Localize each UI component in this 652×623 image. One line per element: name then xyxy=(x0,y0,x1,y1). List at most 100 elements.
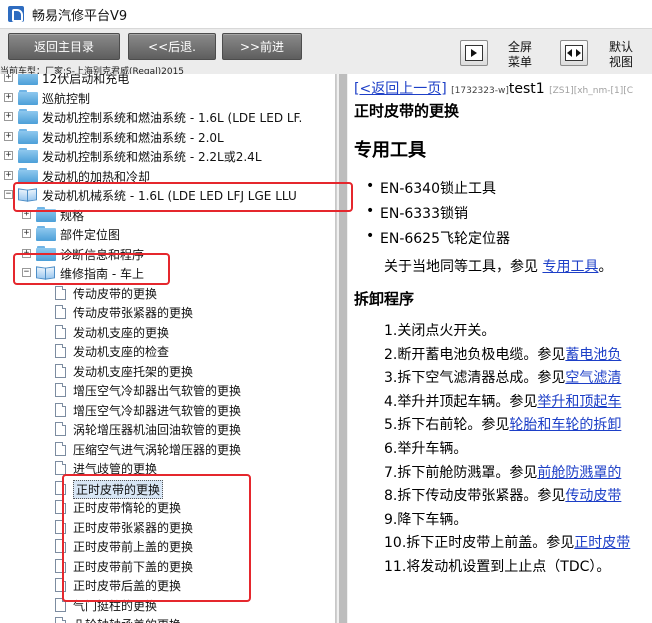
document-icon xyxy=(55,402,66,417)
procedure-step: 8.拆下传动皮带张紧器。参见传动皮带 xyxy=(384,485,621,505)
tree-item-label[interactable]: 发动机控制系统和燃油系统 - 1.6L (LDE LED LF. xyxy=(42,109,302,126)
tree-item-label[interactable]: 发动机控制系统和燃油系统 - 2.2L或2.4L xyxy=(42,148,262,165)
tree-item[interactable]: 涡轮增压器机油回油软管的更换 xyxy=(0,419,335,439)
document-icon xyxy=(55,539,66,553)
step-reference-link[interactable]: 蓄电池负 xyxy=(565,347,621,363)
step-reference-link[interactable]: 空气滤清 xyxy=(565,370,621,386)
expand-icon[interactable]: + xyxy=(22,229,31,238)
expand-icon[interactable]: + xyxy=(22,248,31,258)
doc-code: [1732323-w] xyxy=(451,86,509,96)
tree-item[interactable]: + 规格 xyxy=(0,205,335,225)
tree-item[interactable]: 凸轮轴轴承盖的更换 xyxy=(0,614,335,623)
tree-item[interactable]: 正时皮带前下盖的更换 xyxy=(0,556,335,576)
tree-item[interactable]: + 发动机控制系统和燃油系统 - 2.0L xyxy=(0,127,335,147)
tree-item-label[interactable]: 发动机支座的检查 xyxy=(73,343,169,360)
tree-item-label[interactable]: 维修指南 - 车上 xyxy=(60,265,144,282)
tree-item-label[interactable]: 增压空气冷却器进气软管的更换 xyxy=(73,402,241,419)
tree-item-label[interactable]: 压缩空气进气涡轮增压器的更换 xyxy=(73,441,241,458)
tree-item[interactable]: + 巡航控制 xyxy=(0,88,335,108)
expand-icon[interactable]: + xyxy=(22,209,31,219)
folder-icon xyxy=(18,74,38,85)
tree-item-label[interactable]: 凸轮轴轴承盖的更换 xyxy=(73,616,181,623)
tree-scrollbar[interactable] xyxy=(336,74,348,623)
tree-item-label[interactable]: 正时皮带张紧器的更换 xyxy=(73,519,193,536)
tree-item-label[interactable]: 发动机机械系统 - 1.6L (LDE LED LFJ LGE LLU xyxy=(42,187,297,204)
tree-item[interactable]: 压缩空气进气涡轮增压器的更换 xyxy=(0,439,335,459)
tree-item[interactable]: 发动机支座托架的更换 xyxy=(0,361,335,381)
expand-icon[interactable]: + xyxy=(4,74,13,82)
app-logo-icon xyxy=(8,6,24,22)
tree-item[interactable]: − 维修指南 - 车上 xyxy=(0,263,335,283)
tree-item[interactable]: 正时皮带张紧器的更换 xyxy=(0,517,335,537)
tree-item[interactable]: + 部件定位图 xyxy=(0,224,335,244)
doc-test-label: test1 xyxy=(508,81,545,97)
tree-item[interactable]: 正时皮带的更换 xyxy=(0,478,335,499)
tree-item-label[interactable]: 进气歧管的更换 xyxy=(73,460,157,477)
tree-item[interactable]: 传动皮带张紧器的更换 xyxy=(0,302,335,322)
tree-item-label[interactable]: 发动机控制系统和燃油系统 - 2.0L xyxy=(42,129,224,146)
tree-item-label[interactable]: 涡轮增压器机油回油软管的更换 xyxy=(73,421,241,438)
tree-item[interactable]: +12伏启动和充电 xyxy=(0,74,335,88)
step-reference-link[interactable]: 传动皮带 xyxy=(565,488,621,504)
tree-item-label[interactable]: 正时皮带后盖的更换 xyxy=(73,577,181,594)
home-button[interactable]: 返回主目录 xyxy=(8,33,120,60)
collapse-icon[interactable]: − xyxy=(22,268,31,277)
expand-icon[interactable]: + xyxy=(4,92,13,102)
special-tools-link[interactable]: 专用工具 xyxy=(542,259,598,275)
tree-item[interactable]: + 发动机控制系统和燃油系统 - 2.2L或2.4L xyxy=(0,146,335,166)
tree-item[interactable]: − 发动机机械系统 - 1.6L (LDE LED LFJ LGE LLU xyxy=(0,185,335,205)
tree-item[interactable]: + 诊断信息和程序 xyxy=(0,244,335,264)
tree-item[interactable]: 进气歧管的更换 xyxy=(0,458,335,478)
scrollbar-thumb[interactable] xyxy=(339,74,347,623)
step-text: 3.拆下空气滤清器总成。参见 xyxy=(384,370,566,387)
tree-item-label[interactable]: 正时皮带前下盖的更换 xyxy=(73,558,193,575)
tree-item[interactable]: 正时皮带惰轮的更换 xyxy=(0,497,335,517)
expand-icon[interactable]: + xyxy=(4,112,13,121)
step-reference-link[interactable]: 举升和顶起车 xyxy=(537,394,621,410)
tree-item[interactable]: + 发动机控制系统和燃油系统 - 1.6L (LDE LED LF. xyxy=(0,107,335,127)
default-view-label[interactable]: 默认 视图 xyxy=(601,40,641,70)
tree-item[interactable]: 正时皮带后盖的更换 xyxy=(0,575,335,595)
back-to-previous-link[interactable]: <返回上一页 xyxy=(359,81,441,97)
tree-item[interactable]: 增压空气冷却器出气软管的更换 xyxy=(0,380,335,400)
tree-item-label[interactable]: 传动皮带的更换 xyxy=(73,285,157,302)
tree-item-label[interactable]: 发动机的加热和冷却 xyxy=(42,168,150,185)
step-text: 8.拆下传动皮带张紧器。参见 xyxy=(384,488,566,505)
fullscreen-menu-button[interactable] xyxy=(460,40,488,66)
tree-item[interactable]: 正时皮带前上盖的更换 xyxy=(0,536,335,556)
app-title: 畅易汽修平台V9 xyxy=(32,8,128,24)
tree-item[interactable]: 发动机支座的更换 xyxy=(0,322,335,342)
tree-item-label-selected[interactable]: 正时皮带的更换 xyxy=(73,479,164,499)
step-reference-link[interactable]: 正时皮带 xyxy=(574,535,630,551)
expand-icon[interactable]: + xyxy=(4,170,13,180)
expand-icon[interactable]: + xyxy=(4,131,13,141)
tree-item[interactable]: 增压空气冷却器进气软管的更换 xyxy=(0,400,335,420)
tree-item-label[interactable]: 正时皮带惰轮的更换 xyxy=(73,499,181,516)
tree-item-label[interactable]: 发动机支座托架的更换 xyxy=(73,363,193,380)
forward-button[interactable]: >>前进 xyxy=(222,33,302,60)
document-icon xyxy=(55,305,66,319)
tree-item-label[interactable]: 诊断信息和程序 xyxy=(60,246,144,263)
expand-icon[interactable]: + xyxy=(4,151,13,160)
tree-item-label[interactable]: 正时皮带前上盖的更换 xyxy=(73,538,193,555)
tree-item-label[interactable]: 增压空气冷却器出气软管的更换 xyxy=(73,382,241,399)
tree-item[interactable]: 发动机支座的检查 xyxy=(0,341,335,361)
tree-item-label[interactable]: 气门挺柱的更换 xyxy=(73,597,157,614)
tree-item-label[interactable]: 巡航控制 xyxy=(42,90,90,107)
tree-item[interactable]: + 发动机的加热和冷却 xyxy=(0,166,335,186)
tree-item[interactable]: 气门挺柱的更换 xyxy=(0,595,335,615)
fullscreen-menu-label[interactable]: 全屏 菜单 xyxy=(500,40,540,70)
tree-item-label[interactable]: 传动皮带张紧器的更换 xyxy=(73,304,193,321)
tree-item-label[interactable]: 12伏启动和充电 xyxy=(42,74,129,87)
tree-item-label[interactable]: 部件定位图 xyxy=(60,226,120,243)
navigation-tree[interactable]: +12伏启动和充电 + 巡航控制 + 发动机控制系统和燃油系统 - 1.6L (LDE … xyxy=(0,74,336,623)
tree-item-label[interactable]: 规格 xyxy=(60,207,84,224)
step-reference-link[interactable]: 轮胎和车轮的拆卸 xyxy=(509,417,621,433)
default-view-button[interactable] xyxy=(560,40,588,66)
step-reference-link[interactable]: 前舱防溅罩的 xyxy=(537,465,621,481)
tree-item[interactable]: 传动皮带的更换 xyxy=(0,283,335,303)
collapse-icon[interactable]: − xyxy=(4,190,13,199)
back-button[interactable]: <<后退. xyxy=(128,33,216,60)
equivalent-tools-note: 关于当地同等工具，参见 专用工具。 xyxy=(384,256,612,276)
tree-item-label[interactable]: 发动机支座的更换 xyxy=(73,324,169,341)
